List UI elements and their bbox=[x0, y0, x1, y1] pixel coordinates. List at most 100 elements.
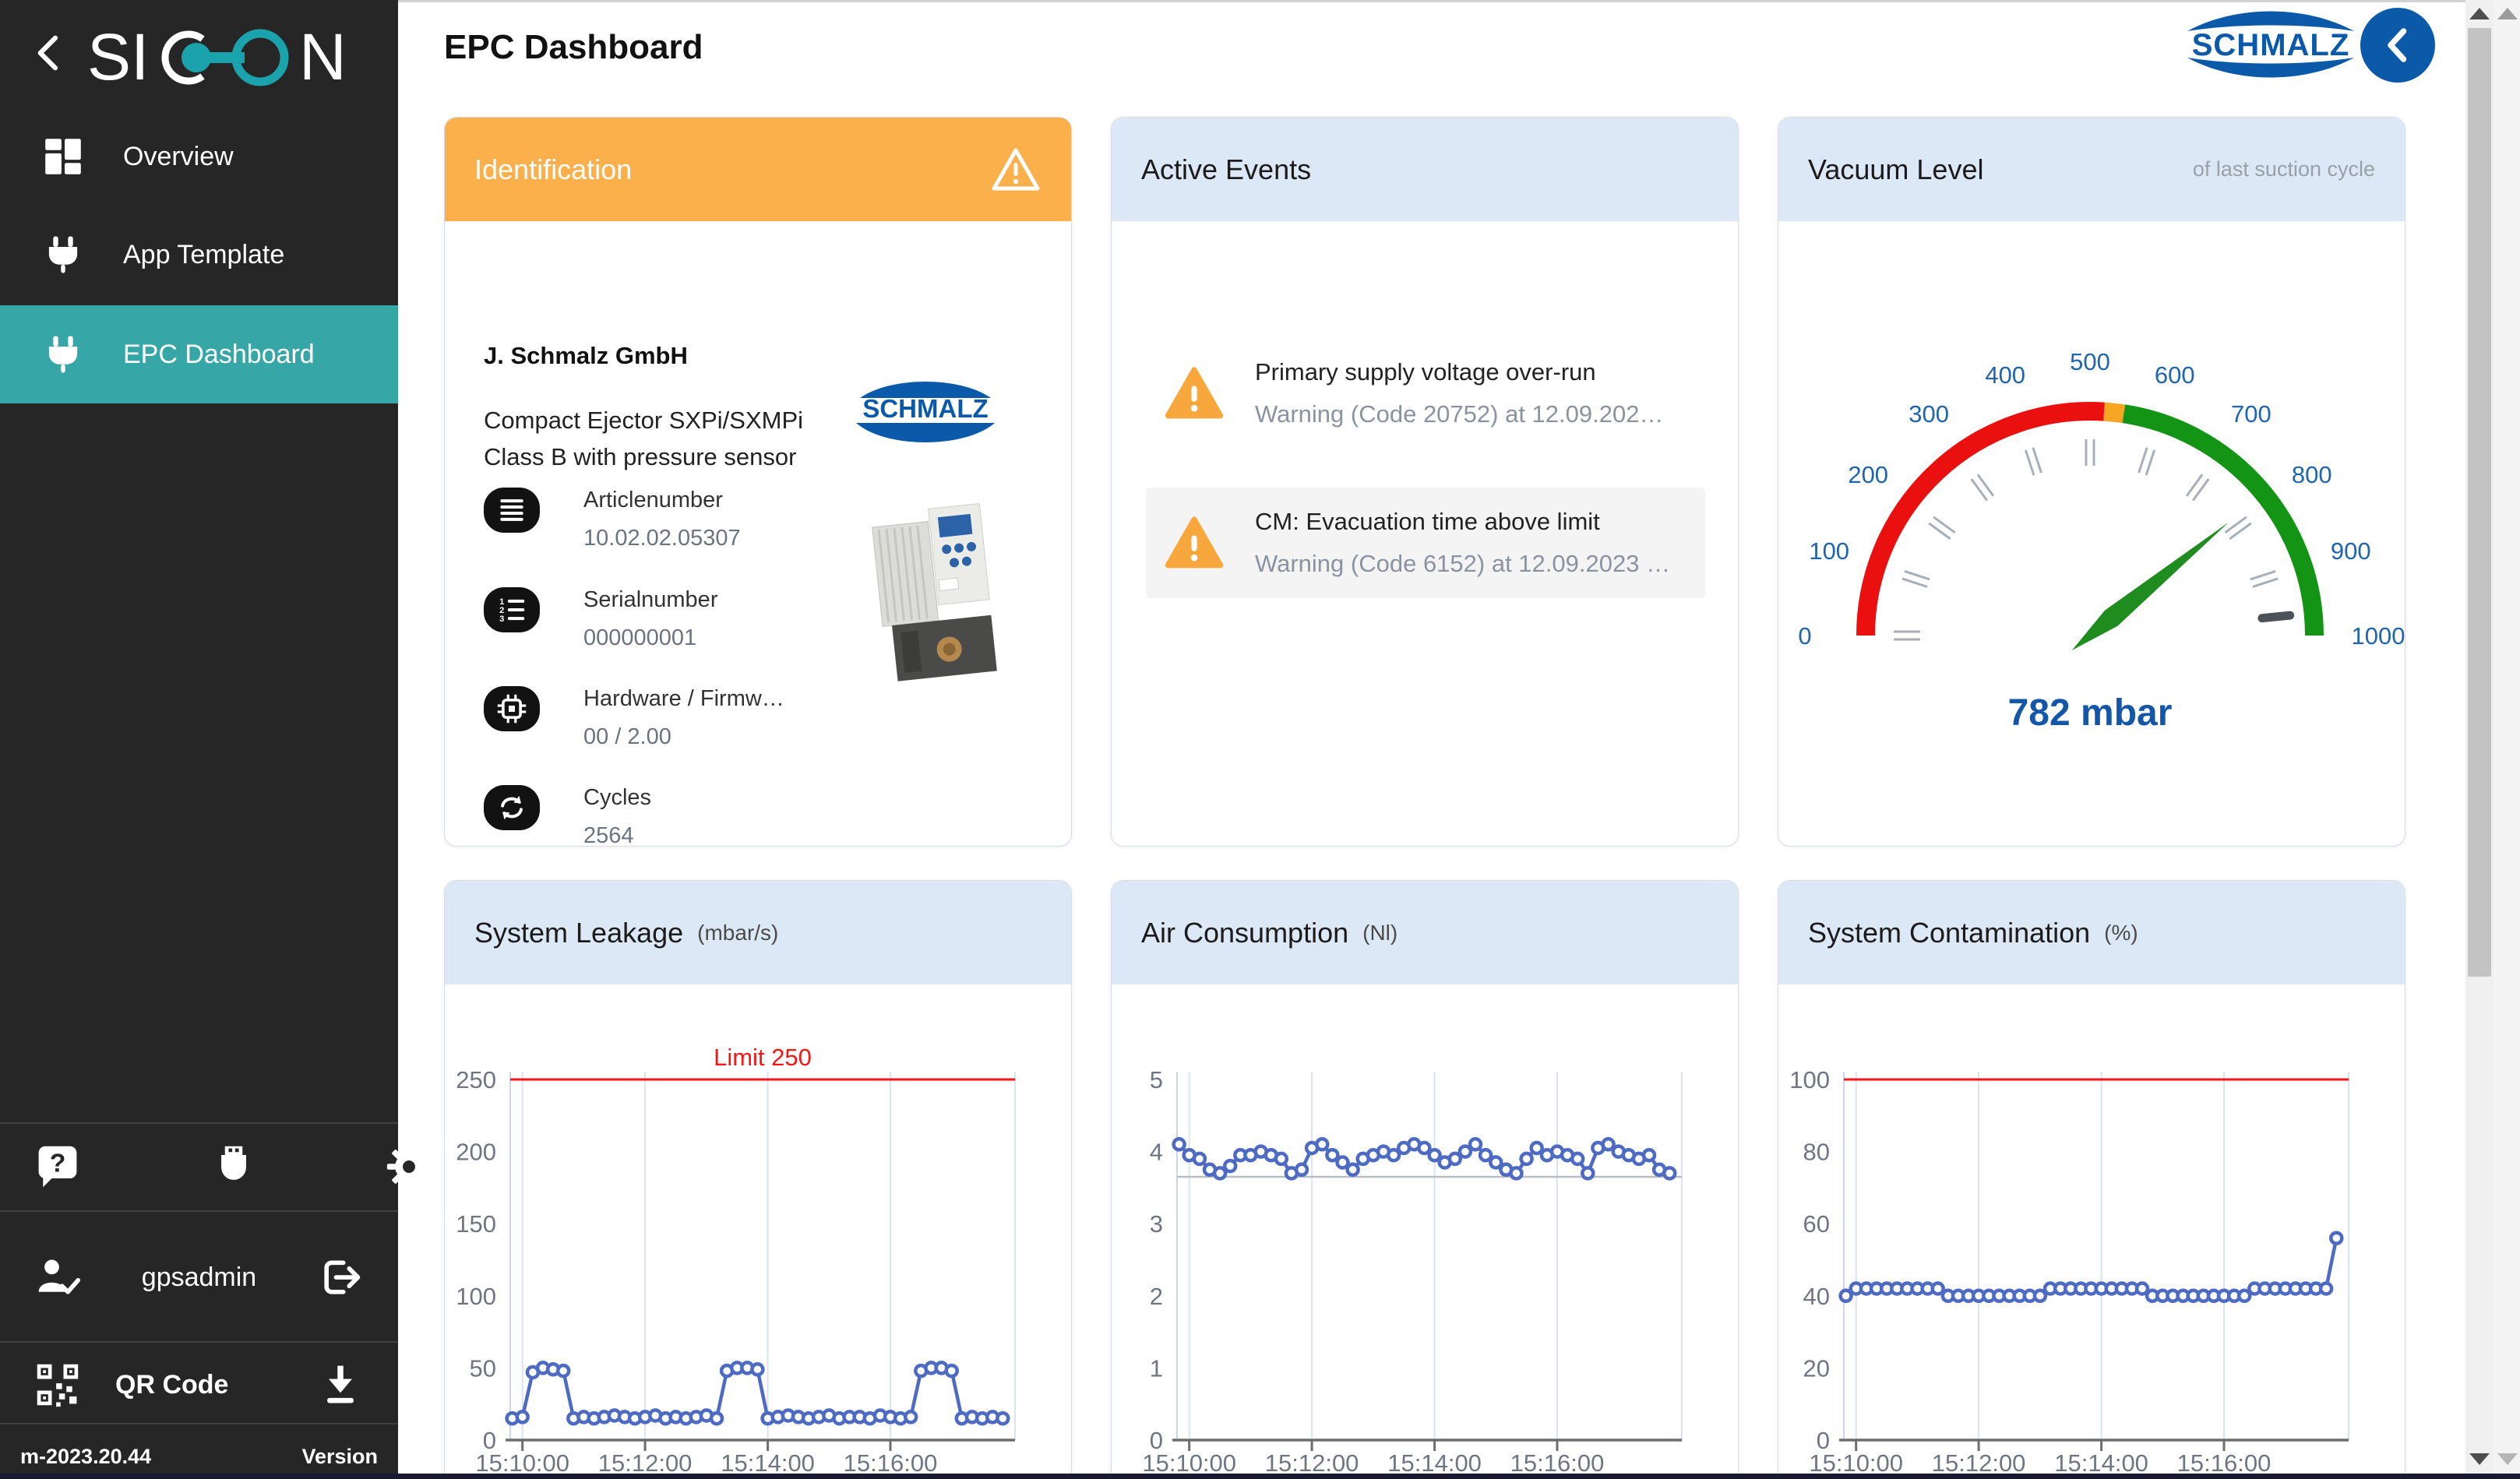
article-list-icon bbox=[484, 488, 540, 533]
divider bbox=[0, 1210, 398, 1212]
air-consumption-chart: 01234515:10:0015:12:0015:14:0015:16:00 bbox=[1112, 984, 1738, 1479]
svg-text:5: 5 bbox=[1150, 1066, 1163, 1093]
field-hardware-firmware: Hardware / Firmw… 00 / 2.00 bbox=[484, 686, 784, 750]
cycle-arrows-icon bbox=[484, 785, 540, 830]
sidebar-collapse-button[interactable] bbox=[28, 31, 72, 75]
svg-text:1000: 1000 bbox=[2352, 622, 2405, 650]
card-unit: (Nl) bbox=[1362, 921, 1397, 946]
divider bbox=[0, 1122, 398, 1124]
card-title: Active Events bbox=[1141, 153, 1311, 186]
field-label: Articlenumber bbox=[583, 488, 741, 513]
chevron-left-icon bbox=[28, 31, 72, 75]
active-events-header: Active Events bbox=[1112, 118, 1738, 221]
qr-code-label: QR Code bbox=[115, 1370, 228, 1400]
air-consumption-header: Air Consumption (Nl) bbox=[1112, 881, 1738, 984]
card-title: Air Consumption bbox=[1141, 917, 1348, 949]
logo-text-n: N bbox=[299, 22, 347, 93]
page-title: EPC Dashboard bbox=[444, 28, 703, 67]
qr-code-icon bbox=[34, 1361, 81, 1408]
scroll-down-arrow[interactable] bbox=[2469, 1453, 2490, 1465]
field-value: 000000001 bbox=[583, 625, 717, 651]
svg-text:782 mbar: 782 mbar bbox=[2008, 692, 2173, 734]
svg-text:200: 200 bbox=[456, 1139, 496, 1166]
field-value: 00 / 2.00 bbox=[583, 724, 784, 750]
card-title: System Leakage bbox=[474, 917, 683, 949]
schmalz-logo-small: SCHMALZ bbox=[844, 369, 1007, 455]
svg-text:1: 1 bbox=[499, 597, 504, 607]
svg-text:800: 800 bbox=[2292, 461, 2332, 488]
svg-text:1: 1 bbox=[1150, 1354, 1163, 1382]
event-detail: Warning (Code 20752) at 12.09.202… bbox=[1255, 400, 1663, 428]
sidebar-item-label: Overview bbox=[123, 142, 234, 172]
vacuum-level-header: Vacuum Level of last suction cycle bbox=[1778, 118, 2405, 221]
svg-text:80: 80 bbox=[1803, 1139, 1830, 1166]
outer-scrollbar[interactable] bbox=[2494, 0, 2520, 1479]
sicon-logo: SI N bbox=[87, 22, 377, 97]
numbered-list-icon: 123 bbox=[484, 587, 540, 632]
svg-text:15:10:00: 15:10:00 bbox=[1809, 1449, 1903, 1477]
svg-text:300: 300 bbox=[1909, 400, 1949, 428]
scrollbar-thumb[interactable] bbox=[2468, 28, 2491, 977]
card-unit: (%) bbox=[2104, 921, 2138, 946]
card-title: System Contamination bbox=[1808, 917, 2090, 949]
sidebar-item-label: EPC Dashboard bbox=[123, 340, 315, 370]
svg-text:400: 400 bbox=[1985, 361, 2025, 389]
logout-icon[interactable] bbox=[317, 1254, 364, 1301]
gear-icon[interactable] bbox=[386, 1143, 432, 1190]
sidebar-qr-row[interactable]: QR Code bbox=[0, 1361, 398, 1408]
sidebar-item-app-template[interactable]: App Template bbox=[0, 206, 398, 304]
svg-text:900: 900 bbox=[2331, 537, 2371, 565]
card-title: Identification bbox=[474, 153, 632, 186]
scroll-up-arrow[interactable] bbox=[2497, 8, 2518, 19]
svg-text:100: 100 bbox=[1809, 537, 1849, 565]
svg-text:15:16:00: 15:16:00 bbox=[2177, 1449, 2272, 1477]
svg-text:3: 3 bbox=[499, 614, 504, 624]
sidebar-item-overview[interactable]: Overview bbox=[0, 107, 398, 206]
bottom-edge bbox=[0, 1474, 2520, 1479]
event-detail: Warning (Code 6152) at 12.09.2023 … bbox=[1255, 550, 1670, 578]
download-icon[interactable] bbox=[317, 1361, 364, 1408]
svg-text:700: 700 bbox=[2231, 400, 2272, 428]
svg-text:3: 3 bbox=[1150, 1210, 1163, 1238]
inner-scrollbar[interactable] bbox=[2465, 0, 2494, 1479]
svg-text:20: 20 bbox=[1803, 1354, 1830, 1382]
field-label: Hardware / Firmw… bbox=[583, 686, 784, 712]
field-articlenumber: Articlenumber 10.02.02.05307 bbox=[484, 488, 741, 551]
system-leakage-chart: 05010015020025015:10:0015:12:0015:14:001… bbox=[445, 984, 1071, 1479]
field-cycles: Cycles 2564 bbox=[484, 785, 651, 849]
scroll-up-arrow[interactable] bbox=[2469, 8, 2490, 19]
company-name: J. Schmalz GmbH bbox=[484, 342, 688, 370]
panel-collapse-button[interactable] bbox=[2360, 8, 2435, 83]
sidebar: SI N Overview bbox=[0, 0, 398, 1479]
plug-icon bbox=[41, 232, 86, 277]
card-title: Vacuum Level bbox=[1808, 153, 1983, 186]
svg-text:Limit 250: Limit 250 bbox=[714, 1044, 812, 1071]
warning-outline-icon bbox=[990, 146, 1041, 193]
active-events-card: Active Events Primary supply voltage ove… bbox=[1111, 117, 1739, 847]
divider bbox=[0, 1341, 398, 1343]
svg-text:150: 150 bbox=[456, 1210, 496, 1238]
system-leakage-card: System Leakage (mbar/s) 0501001502002501… bbox=[444, 880, 1072, 1479]
username: gpsadmin bbox=[81, 1262, 317, 1293]
sidebar-item-epc-dashboard[interactable]: EPC Dashboard bbox=[0, 305, 398, 403]
plug-icon bbox=[41, 332, 86, 377]
identification-card: Identification J. Schmalz GmbH Compact E… bbox=[444, 117, 1072, 847]
scroll-down-arrow[interactable] bbox=[2497, 1453, 2518, 1465]
system-contamination-header: System Contamination (%) bbox=[1778, 881, 2405, 984]
version-label: Version bbox=[301, 1445, 378, 1469]
usb-connector-icon[interactable] bbox=[210, 1143, 257, 1190]
svg-text:60: 60 bbox=[1803, 1210, 1830, 1238]
svg-text:SCHMALZ: SCHMALZ bbox=[2192, 28, 2350, 62]
version-value: m-2023.20.44 bbox=[20, 1445, 151, 1469]
svg-text:2: 2 bbox=[1150, 1283, 1163, 1310]
svg-text:15:10:00: 15:10:00 bbox=[1142, 1449, 1236, 1477]
svg-text:15:14:00: 15:14:00 bbox=[1387, 1449, 1482, 1477]
event-item[interactable]: Primary supply voltage over-run Warning … bbox=[1146, 338, 1705, 449]
chevron-left-icon bbox=[2360, 8, 2435, 83]
field-serialnumber: 123 Serialnumber 000000001 bbox=[484, 587, 717, 651]
help-icon[interactable]: ? bbox=[34, 1143, 81, 1190]
event-item[interactable]: CM: Evacuation time above limit Warning … bbox=[1146, 488, 1705, 598]
svg-text:4: 4 bbox=[1150, 1139, 1163, 1166]
svg-text:100: 100 bbox=[1789, 1066, 1830, 1093]
field-label: Cycles bbox=[583, 785, 651, 811]
